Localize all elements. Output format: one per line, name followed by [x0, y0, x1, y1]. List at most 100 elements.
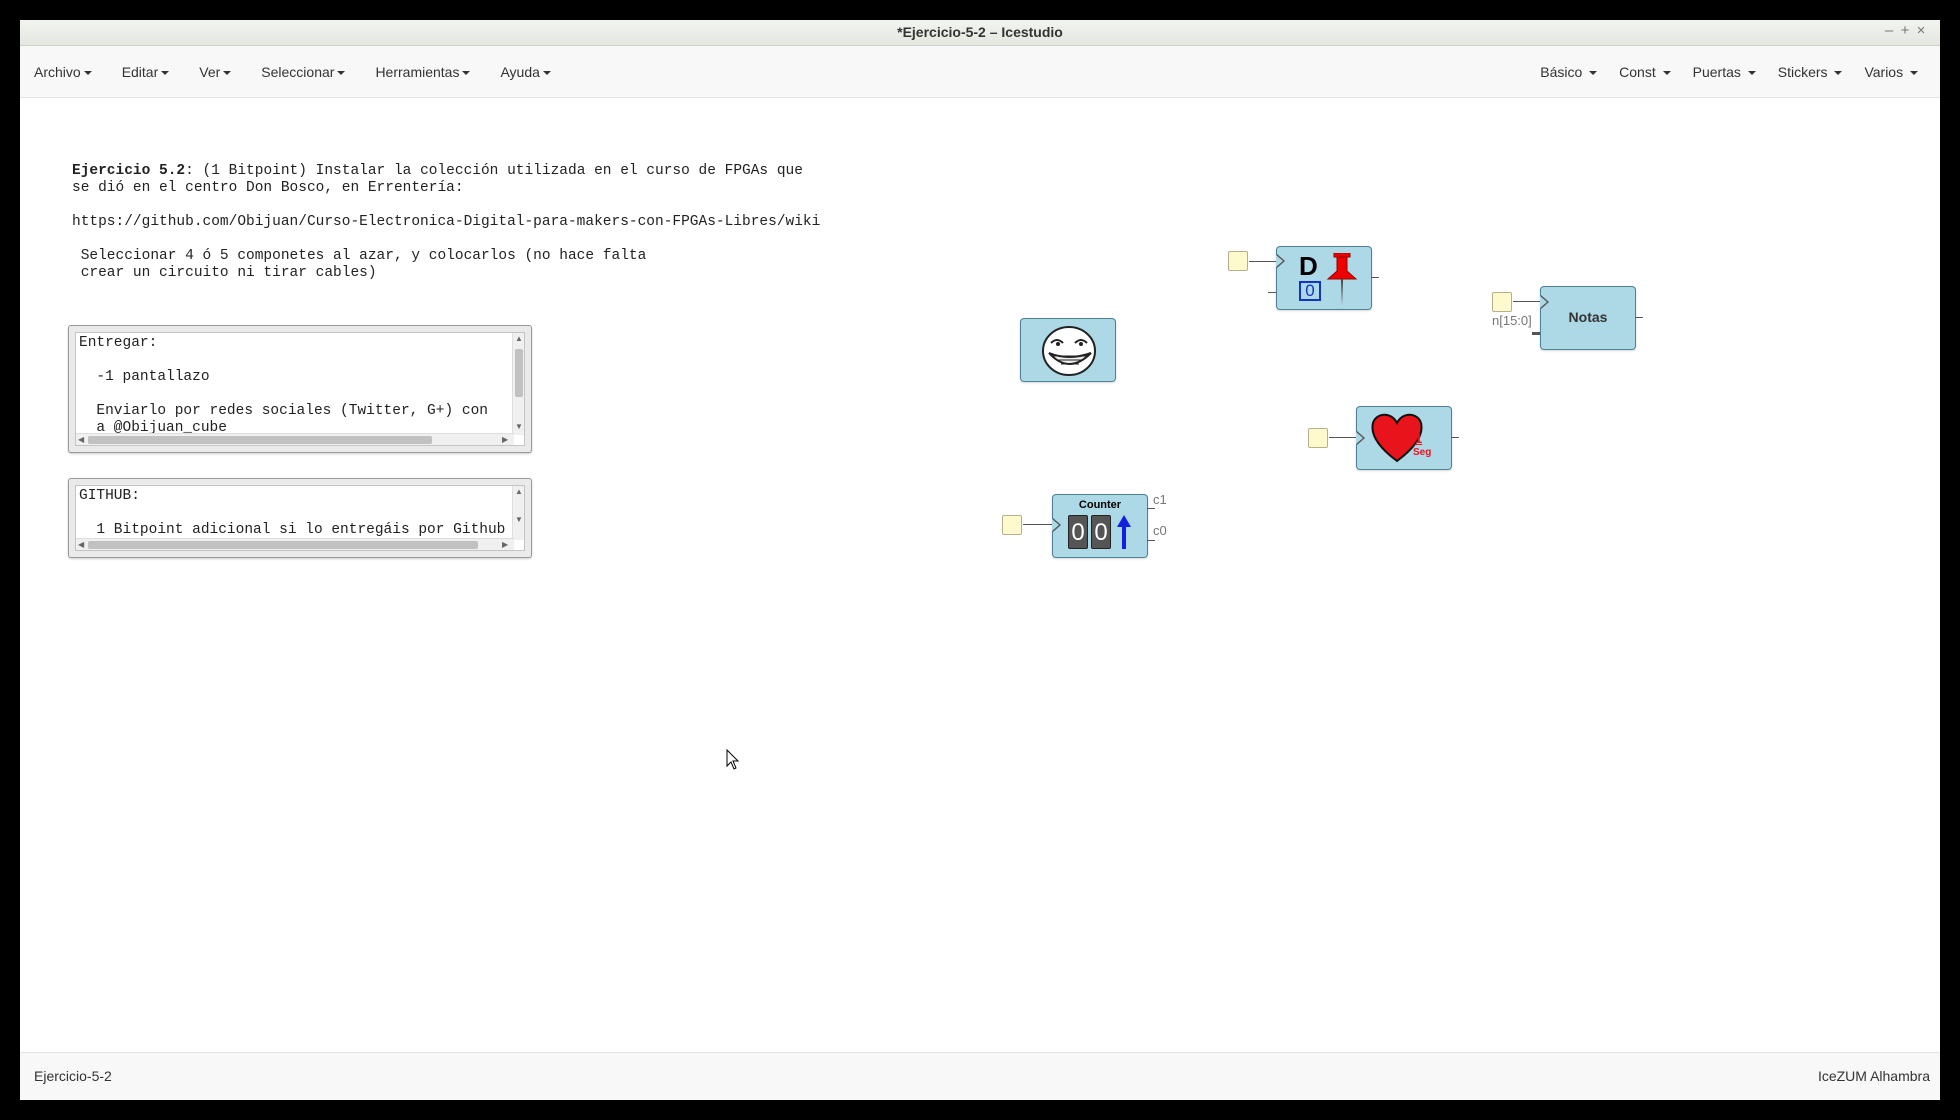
heart-input-wire [1329, 437, 1357, 438]
scroll-left-icon[interactable]: ◀ [78, 539, 84, 550]
scroll-right-icon[interactable]: ▶ [502, 539, 508, 550]
vertical-scrollbar[interactable]: ▲ ▼ [512, 333, 524, 435]
caret-down-icon [223, 71, 232, 76]
board-name[interactable]: IceZUM Alhambra [1818, 1068, 1930, 1084]
close-button[interactable]: × [1916, 22, 1932, 39]
caret-down-icon [542, 71, 551, 76]
dff-input-port[interactable] [1228, 251, 1248, 271]
counter-label: Counter [1078, 499, 1122, 511]
troll-face-block[interactable] [1020, 318, 1116, 382]
menu-varios[interactable]: Varios [1864, 64, 1918, 80]
notas-output-stub [1635, 317, 1643, 318]
menu-basico[interactable]: Básico [1540, 64, 1598, 80]
notas-block[interactable]: Notas [1540, 286, 1636, 350]
menu-herramientas[interactable]: Herramientas [375, 64, 471, 80]
counter-out0-label: c0 [1153, 523, 1167, 538]
scroll-thumb[interactable] [515, 349, 523, 397]
vertical-scrollbar[interactable]: ▲ ▼ [512, 486, 524, 540]
clock-input-icon [1052, 518, 1061, 532]
maximize-button[interactable]: + [1900, 22, 1916, 39]
scroll-thumb[interactable] [88, 436, 432, 444]
counter-output-stub-1 [1147, 508, 1155, 509]
icestudio-window: *Ejercicio-5-2 – Icestudio –+× Archivo E… [20, 20, 1940, 1100]
clock-input-icon [1276, 254, 1285, 268]
menu-editar[interactable]: Editar [122, 64, 170, 80]
scroll-left-icon[interactable]: ◀ [78, 434, 84, 445]
project-name: Ejercicio-5-2 [34, 1068, 112, 1084]
menu-ayuda-label: Ayuda [500, 64, 540, 80]
main-menu: Archivo Editar Ver Seleccionar Herramien… [34, 46, 581, 98]
scroll-right-icon[interactable]: ▶ [502, 434, 508, 445]
dff-side-stub [1268, 292, 1276, 293]
heart-output-stub [1451, 437, 1459, 438]
counter-output-stub-0 [1147, 540, 1155, 541]
menu-ver-label: Ver [199, 64, 221, 80]
memo2-line2: 1 Bitpoint adicional si lo entregáis por… [79, 522, 506, 538]
clock-input-icon [1540, 295, 1549, 309]
menu-puertas-label: Puertas [1692, 64, 1741, 80]
exercise-title: Ejercicio 5.2 [72, 163, 186, 179]
dff-value: 0 [1299, 281, 1321, 301]
caret-down-icon [1589, 71, 1598, 76]
caret-down-icon [1834, 71, 1843, 76]
menu-archivo-label: Archivo [34, 64, 81, 80]
menu-seleccionar-label: Seleccionar [261, 64, 335, 80]
dff-block[interactable]: D 0 [1276, 246, 1372, 310]
caret-down-icon [83, 71, 92, 76]
menu-ayuda[interactable]: Ayuda [500, 64, 551, 80]
heart-num: 1 [1415, 431, 1423, 446]
menu-archivo[interactable]: Archivo [34, 64, 92, 80]
menu-stickers-label: Stickers [1777, 64, 1828, 80]
caret-down-icon [462, 71, 471, 76]
status-bar: Ejercicio-5-2 IceZUM Alhambra [20, 1052, 1940, 1100]
scroll-down-icon[interactable]: ▼ [515, 421, 523, 433]
menu-seleccionar[interactable]: Seleccionar [261, 64, 346, 80]
menu-const[interactable]: Const [1619, 64, 1671, 80]
exercise-line1: : (1 Bitpoint) Instalar la colección uti… [185, 163, 803, 179]
memo-github[interactable]: GITHUB: 1 Bitpoint adicional si lo entre… [68, 478, 532, 558]
memo-entregar-textarea[interactable]: Entregar: -1 pantallazo Enviarlo por red… [75, 332, 525, 446]
menu-const-label: Const [1619, 64, 1656, 80]
heart-unit: Seg [1413, 447, 1432, 458]
horizontal-scrollbar[interactable]: ◀ ▶ [76, 433, 514, 445]
menu-puertas[interactable]: Puertas [1693, 64, 1756, 80]
menu-ver[interactable]: Ver [199, 64, 232, 80]
memo-entregar[interactable]: Entregar: -1 pantallazo Enviarlo por red… [68, 325, 532, 453]
horizontal-scrollbar[interactable]: ◀ ▶ [76, 538, 514, 550]
scroll-thumb[interactable] [88, 541, 478, 549]
scroll-down-icon[interactable]: ▼ [515, 514, 523, 526]
memo-entregar-content: Entregar: -1 pantallazo Enviarlo por red… [79, 335, 488, 437]
clock-input-icon [1356, 431, 1365, 445]
design-canvas[interactable]: Ejercicio 5.2: (1 Bitpoint) Instalar la … [20, 99, 1940, 1052]
menu-stickers[interactable]: Stickers [1778, 64, 1843, 80]
dff-output-stub [1371, 277, 1379, 278]
caret-down-icon [1747, 71, 1756, 76]
memo1-line1: Entregar: [79, 335, 158, 351]
counter-block[interactable]: Counter 0 0 [1052, 494, 1148, 558]
dff-label: D [1299, 251, 1318, 281]
menu-bar: Archivo Editar Ver Seleccionar Herramien… [20, 46, 1940, 98]
heart-input-port[interactable] [1308, 428, 1328, 448]
memo1-line3: Enviarlo por redes sociales (Twitter, G+… [79, 403, 488, 419]
counter-out1-label: c1 [1153, 492, 1167, 507]
collections-menu: Básico Const Puertas Stickers Varios [1540, 46, 1940, 98]
scroll-up-icon[interactable]: ▲ [515, 486, 523, 498]
minimize-button[interactable]: – [1884, 22, 1900, 39]
memo-github-textarea[interactable]: GITHUB: 1 Bitpoint adicional si lo entre… [75, 485, 525, 551]
memo1-line2: -1 pantallazo [79, 369, 210, 385]
notas-input-port[interactable] [1492, 292, 1512, 312]
counter-input-port[interactable] [1002, 515, 1022, 535]
scroll-up-icon[interactable]: ▲ [515, 333, 523, 345]
up-arrow-icon [1117, 515, 1131, 549]
notas-label: Notas [1568, 309, 1608, 325]
counter-digit-1: 0 [1068, 515, 1088, 549]
window-controls: –+× [1884, 22, 1932, 39]
menu-herramientas-label: Herramientas [375, 64, 460, 80]
exercise-line2: se dió en el centro Don Bosco, en Errent… [72, 180, 464, 196]
exercise-select1: Seleccionar 4 ó 5 componetes al azar, y … [80, 248, 647, 264]
exercise-info[interactable]: Ejercicio 5.2: (1 Bitpoint) Instalar la … [72, 163, 820, 282]
heart-block[interactable]: 1 Seg [1356, 406, 1452, 470]
menu-basico-label: Básico [1540, 64, 1583, 80]
menu-editar-label: Editar [121, 64, 159, 80]
dff-input-wire [1249, 261, 1277, 262]
